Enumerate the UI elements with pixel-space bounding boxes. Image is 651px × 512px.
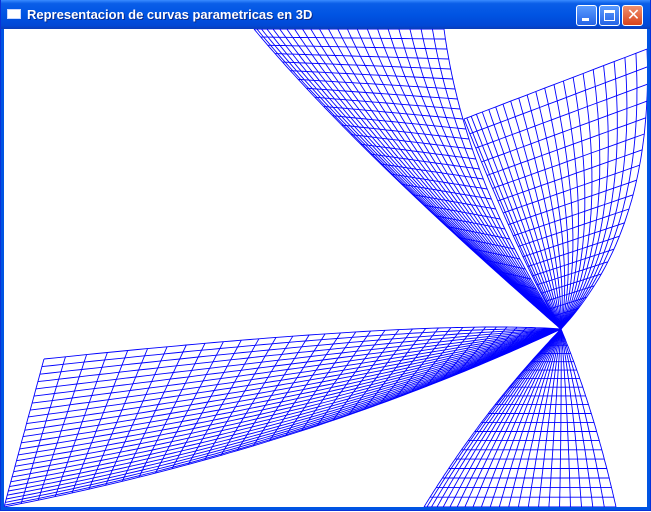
- mesh-ruling: [486, 117, 646, 176]
- lower-surface-mesh: [4, 326, 617, 507]
- upper-surface-mesh: [253, 29, 647, 330]
- parametric-surface-plot: [4, 29, 647, 507]
- mesh-ruling: [463, 48, 647, 120]
- mesh-curve: [387, 29, 562, 330]
- mesh-curve: [527, 328, 562, 507]
- mesh-ruling: [351, 134, 473, 150]
- plot-canvas: [4, 29, 647, 507]
- mesh-curve: [560, 49, 647, 330]
- mesh-ruling: [475, 83, 647, 149]
- maximize-button[interactable]: [599, 5, 620, 26]
- mesh-curve: [443, 29, 562, 330]
- minimize-button[interactable]: [576, 5, 597, 26]
- title-bar[interactable]: Representacion de curvas parametricas en…: [1, 0, 650, 29]
- window-title: Representacion de curvas parametricas en…: [27, 7, 313, 22]
- maximize-icon: [604, 10, 615, 21]
- mesh-curve: [559, 329, 562, 507]
- mesh-ruling: [4, 358, 45, 507]
- mesh-curve: [30, 328, 562, 411]
- app-window: Representacion de curvas parametricas en…: [0, 0, 651, 511]
- close-button[interactable]: ✕: [622, 5, 643, 26]
- mesh-ruling: [260, 36, 446, 40]
- close-icon: ✕: [626, 5, 641, 24]
- mesh-curve: [560, 328, 594, 507]
- app-window-icon: [7, 9, 21, 19]
- minimize-icon: [582, 18, 589, 21]
- mesh-curve: [26, 328, 562, 425]
- mesh-ruling: [155, 341, 224, 474]
- mesh-ruling: [481, 100, 647, 163]
- mesh-ruling: [469, 66, 647, 135]
- mesh-ruling: [187, 338, 260, 465]
- mesh-curve: [560, 61, 618, 330]
